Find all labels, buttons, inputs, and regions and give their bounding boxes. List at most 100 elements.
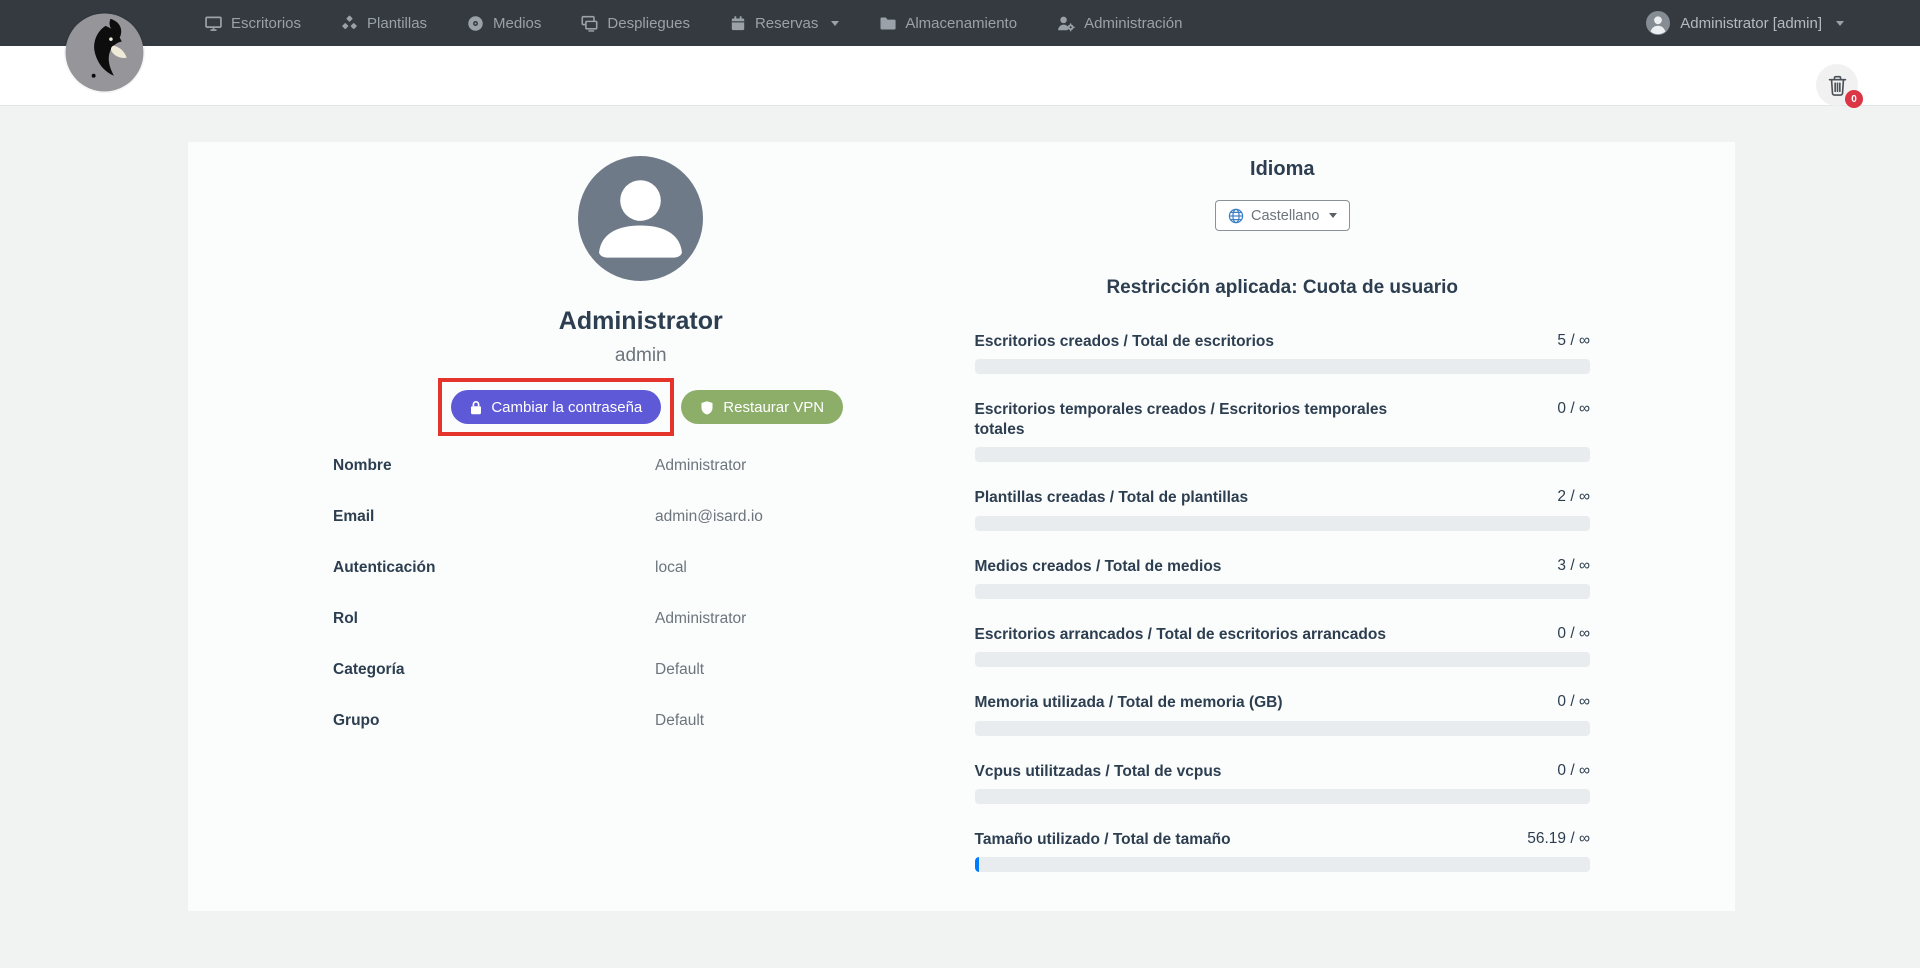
quota-value: 2 / ∞ <box>1557 488 1590 506</box>
user-menu-label: Administrator [admin] <box>1680 15 1822 32</box>
progress-bar <box>975 857 1591 872</box>
avatar <box>578 156 703 281</box>
chevron-down-icon <box>1329 213 1337 218</box>
quota-label: Vcpus utilitzadas / Total de vcpus <box>975 762 1222 781</box>
quota-label: Plantillas creadas / Total de plantillas <box>975 488 1249 507</box>
nav-label: Reservas <box>755 15 818 32</box>
progress-bar <box>975 516 1591 531</box>
quota-label: Escritorios arrancados / Total de escrit… <box>975 625 1386 644</box>
quota-row-media: Medios creados / Total de medios 3 / ∞ <box>975 557 1591 599</box>
field-row-nombre: Nombre Administrator <box>333 457 949 485</box>
display-name: Administrator <box>559 307 723 336</box>
progress-bar <box>975 447 1591 462</box>
trash-badge: 0 <box>1845 90 1863 108</box>
nav-label: Medios <box>493 15 541 32</box>
language-dropdown[interactable]: Castellano <box>1215 200 1350 231</box>
quota-column: Idioma Castellano Restricción aplicada: … <box>975 156 1591 911</box>
language-title: Idioma <box>1250 158 1314 181</box>
language-selected: Castellano <box>1251 208 1320 224</box>
progress-bar <box>975 789 1591 804</box>
quota-label: Tamaño utilizado / Total de tamaño <box>975 830 1231 849</box>
nav-items: Escritorios Plantillas Medios Despliegue… <box>0 15 1182 32</box>
field-label: Categoría <box>333 661 655 679</box>
deployments-icon <box>581 15 598 32</box>
nav-label: Despliegues <box>607 15 690 32</box>
trash-button[interactable]: 0 <box>1816 64 1858 106</box>
highlight-box: Cambiar la contraseña <box>438 378 674 436</box>
quota-title: Restricción aplicada: Cuota de usuario <box>1106 277 1458 299</box>
nav-item-despliegues[interactable]: Despliegues <box>581 15 690 32</box>
quota-value: 0 / ∞ <box>1557 625 1590 643</box>
quota-row-started-desktops: Escritorios arrancados / Total de escrit… <box>975 625 1591 667</box>
field-value: local <box>655 559 949 577</box>
field-label: Email <box>333 508 655 526</box>
desktop-icon <box>205 15 222 32</box>
change-password-label: Cambiar la contraseña <box>491 399 642 416</box>
field-value: Administrator <box>655 457 949 475</box>
quota-label: Medios creados / Total de medios <box>975 557 1222 576</box>
user-gear-icon <box>1057 15 1075 32</box>
quota-row-size: Tamaño utilizado / Total de tamaño 56.19… <box>975 830 1591 872</box>
field-value: Default <box>655 661 949 679</box>
disc-icon <box>467 15 484 32</box>
progress-bar <box>975 652 1591 667</box>
field-row-rol: Rol Administrator <box>333 610 949 638</box>
field-label: Autenticación <box>333 559 655 577</box>
nav-label: Plantillas <box>367 15 427 32</box>
progress-bar <box>975 584 1591 599</box>
nav-item-administracion[interactable]: Administración <box>1057 15 1182 32</box>
quota-label: Memoria utilizada / Total de memoria (GB… <box>975 693 1283 712</box>
field-value: Default <box>655 712 949 730</box>
top-navbar: Escritorios Plantillas Medios Despliegue… <box>0 0 1920 46</box>
profile-card: Administrator admin Cambiar la contraseñ… <box>188 142 1735 911</box>
progress-bar <box>975 359 1591 374</box>
lock-icon <box>470 400 482 415</box>
quota-label: Escritorios creados / Total de escritori… <box>975 332 1274 351</box>
quota-value: 0 / ∞ <box>1557 762 1590 780</box>
globe-icon <box>1228 208 1244 224</box>
quota-row-desktops: Escritorios creados / Total de escritori… <box>975 332 1591 374</box>
quota-value: 3 / ∞ <box>1557 557 1590 575</box>
nav-item-escritorios[interactable]: Escritorios <box>205 15 301 32</box>
chevron-down-icon <box>1836 21 1844 26</box>
quota-label: Escritorios temporales creados / Escrito… <box>975 400 1415 439</box>
quota-value: 0 / ∞ <box>1557 400 1590 418</box>
nav-item-reservas[interactable]: Reservas <box>730 15 839 32</box>
field-row-categoria: Categoría Default <box>333 661 949 689</box>
isard-logo[interactable] <box>65 13 144 92</box>
field-label: Grupo <box>333 712 655 730</box>
nav-item-almacenamiento[interactable]: Almacenamiento <box>879 15 1017 32</box>
quota-row-templates: Plantillas creadas / Total de plantillas… <box>975 488 1591 530</box>
nav-item-medios[interactable]: Medios <box>467 15 541 32</box>
progress-fill <box>975 857 980 872</box>
profile-fields: Nombre Administrator Email admin@isard.i… <box>333 457 949 763</box>
folder-icon <box>879 15 896 32</box>
progress-bar <box>975 721 1591 736</box>
chevron-down-icon <box>831 21 839 26</box>
field-row-email: Email admin@isard.io <box>333 508 949 536</box>
nav-label: Almacenamiento <box>905 15 1017 32</box>
cubes-icon <box>341 15 358 32</box>
trash-icon <box>1828 75 1847 96</box>
quota-value: 56.19 / ∞ <box>1527 830 1590 848</box>
quota-row-temporal-desktops: Escritorios temporales creados / Escrito… <box>975 400 1591 462</box>
profile-actions: Cambiar la contraseña Restaurar VPN <box>438 378 843 436</box>
user-avatar-icon <box>1646 11 1670 35</box>
change-password-button[interactable]: Cambiar la contraseña <box>451 390 661 424</box>
username: admin <box>615 345 667 367</box>
restore-vpn-button[interactable]: Restaurar VPN <box>681 390 843 424</box>
field-label: Nombre <box>333 457 655 475</box>
user-menu[interactable]: Administrator [admin] <box>1646 11 1844 35</box>
quota-value: 5 / ∞ <box>1557 332 1590 350</box>
quota-row-memory: Memoria utilizada / Total de memoria (GB… <box>975 693 1591 735</box>
quota-value: 0 / ∞ <box>1557 693 1590 711</box>
field-label: Rol <box>333 610 655 628</box>
nav-item-plantillas[interactable]: Plantillas <box>341 15 427 32</box>
field-row-grupo: Grupo Default <box>333 712 949 740</box>
calendar-icon <box>730 15 746 32</box>
field-row-autenticacion: Autenticación local <box>333 559 949 587</box>
field-value: Administrator <box>655 610 949 628</box>
restore-vpn-label: Restaurar VPN <box>723 399 824 416</box>
nav-label: Administración <box>1084 15 1182 32</box>
field-value: admin@isard.io <box>655 508 949 526</box>
